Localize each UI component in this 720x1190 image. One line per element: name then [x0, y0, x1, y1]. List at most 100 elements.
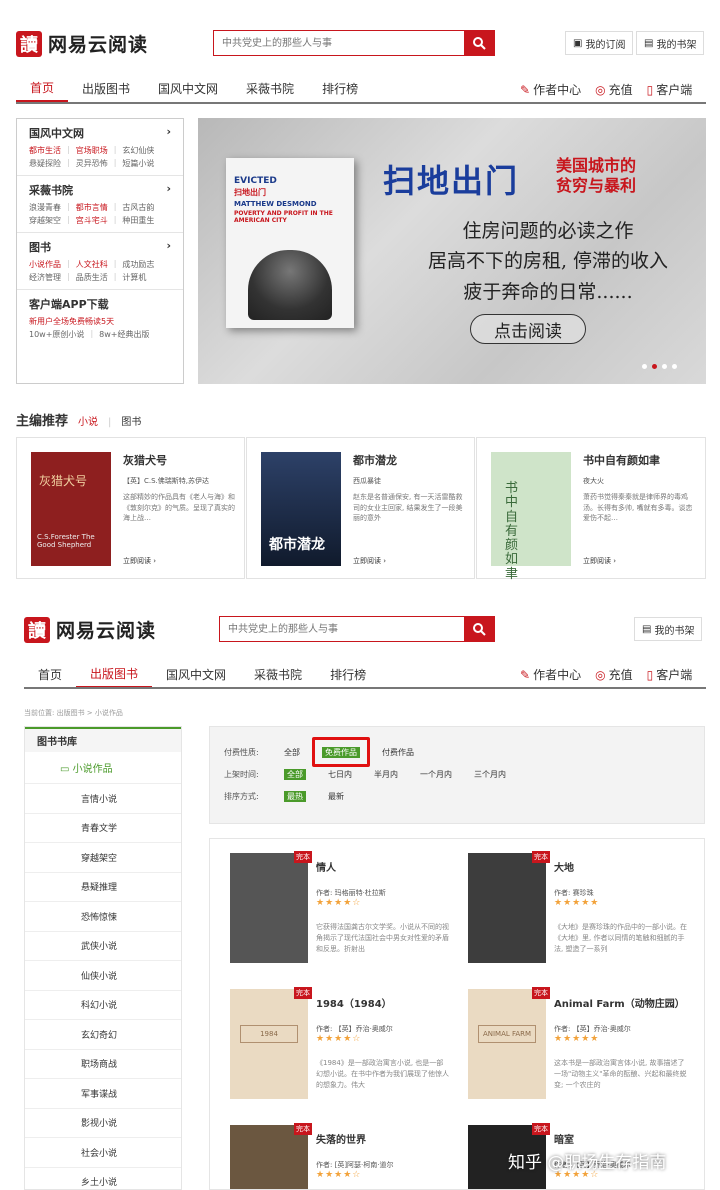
- nav-published[interactable]: 出版图书: [76, 660, 153, 688]
- genre-item[interactable]: 武侠小说: [25, 932, 181, 961]
- category-link[interactable]: 小说作品: [29, 259, 61, 270]
- genre-item[interactable]: 仙侠小说: [25, 961, 181, 991]
- book-title[interactable]: 1984（1984）: [316, 995, 450, 1010]
- category-link[interactable]: 都市言情: [76, 202, 108, 213]
- category-link[interactable]: 经济管理: [29, 272, 61, 283]
- book-cover[interactable]: 1984 完本: [230, 987, 312, 1099]
- nav-ranking[interactable]: 排行榜: [316, 660, 380, 688]
- book-cover[interactable]: 完本: [468, 851, 550, 963]
- carousel-dot[interactable]: [662, 364, 667, 369]
- category-link[interactable]: 宫斗宅斗: [76, 215, 108, 226]
- category-link[interactable]: 品质生活: [76, 272, 108, 283]
- read-now-link[interactable]: 立即阅读 ›: [583, 556, 616, 566]
- book-title[interactable]: 情人: [316, 859, 450, 874]
- site-logo[interactable]: 讀 网易云阅读: [24, 616, 156, 643]
- filter-option[interactable]: 半月内: [374, 769, 398, 780]
- genre-item[interactable]: 悬疑推理: [25, 873, 181, 902]
- nav-home[interactable]: 首页: [16, 74, 69, 102]
- filter-option-selected[interactable]: 全部: [284, 768, 306, 780]
- search-button[interactable]: [464, 617, 494, 641]
- category-title[interactable]: 客户端APP下载: [29, 296, 109, 312]
- book-title[interactable]: Animal Farm（动物庄园）: [554, 995, 688, 1010]
- book-title[interactable]: 暗室: [554, 1131, 688, 1146]
- editor-book-card[interactable]: 都市潜龙 都市潜龙 西瓜暴徒 赵东是名普通保安, 有一天活雷酷救司的女业主回家,…: [246, 437, 475, 579]
- nav-client[interactable]: ▯ 客户端: [647, 666, 693, 683]
- nav-client[interactable]: ▯ 客户端: [647, 81, 693, 98]
- category-link[interactable]: 灵异恐怖: [76, 158, 108, 169]
- nav-author-center[interactable]: ✎ 作者中心: [520, 81, 581, 98]
- genre-item[interactable]: 影视小说: [25, 1109, 181, 1138]
- carousel-dot[interactable]: [642, 364, 647, 369]
- library-subcategory[interactable]: ▭ 小说作品: [25, 752, 181, 784]
- filter-option[interactable]: 一个月内: [420, 769, 452, 780]
- book-cover[interactable]: 完本: [230, 1123, 312, 1189]
- filter-option[interactable]: 最新: [328, 791, 344, 802]
- category-link[interactable]: 玄幻仙侠: [122, 145, 154, 156]
- category-title[interactable]: 采薇书院: [29, 182, 73, 198]
- nav-recharge[interactable]: ◎ 充值: [595, 666, 633, 683]
- hero-banner[interactable]: EVICTED 扫地出门 MATTHEW DESMOND POVERTY AND…: [198, 118, 706, 384]
- nav-recharge[interactable]: ◎ 充值: [595, 81, 633, 98]
- genre-item[interactable]: 社会小说: [25, 1138, 181, 1168]
- book-item[interactable]: 完本 情人 作者: 玛格丽特·杜拉斯 ★★★★☆ 它获得法国龚古尔文学奖。小说从不同的视…: [230, 851, 450, 973]
- nav-ranking[interactable]: 排行榜: [308, 74, 372, 102]
- my-bookshelf-button[interactable]: ▤ 我的书架: [636, 31, 705, 55]
- book-item[interactable]: 完本 大地 作者: 赛珍珠 ★★★★★ 《大地》是赛珍珠的作品中的一部小说。在《大地》里…: [468, 851, 688, 973]
- banner-read-button[interactable]: 点击阅读: [470, 314, 586, 344]
- my-subscription-button[interactable]: ▣ 我的订阅: [565, 31, 634, 55]
- nav-guofeng[interactable]: 国风中文网: [152, 660, 240, 688]
- category-link[interactable]: 成功励志: [122, 259, 154, 270]
- filter-option[interactable]: 全部: [284, 747, 300, 758]
- nav-home[interactable]: 首页: [24, 660, 76, 688]
- category-link[interactable]: 人文社科: [76, 259, 108, 270]
- genre-item[interactable]: 青春文学: [25, 814, 181, 843]
- tab-novel[interactable]: 小说: [78, 413, 98, 428]
- category-title[interactable]: 国风中文网: [29, 125, 84, 141]
- nav-caiwei[interactable]: 采薇书院: [240, 660, 316, 688]
- genre-item[interactable]: 职场商战: [25, 1050, 181, 1079]
- genre-item[interactable]: 言情小说: [25, 784, 181, 814]
- book-title[interactable]: 大地: [554, 859, 688, 874]
- book-title[interactable]: 失落的世界: [316, 1131, 450, 1146]
- book-item[interactable]: 完本 失落的世界 作者: [英]阿瑟·柯南·道尔 ★★★★☆: [230, 1123, 450, 1189]
- category-title[interactable]: 图书: [29, 239, 51, 255]
- category-link[interactable]: 悬疑探险: [29, 158, 61, 169]
- nav-published[interactable]: 出版图书: [68, 74, 144, 102]
- read-now-link[interactable]: 立即阅读 ›: [353, 556, 386, 566]
- filter-option[interactable]: 三个月内: [474, 769, 506, 780]
- nav-guofeng[interactable]: 国风中文网: [144, 74, 232, 102]
- editor-book-card[interactable]: 书中自有颜如聿 书中自有颜如聿 夜大火 萧药书觉得秦秦就是律师界的毒鸡汤。长得有…: [476, 437, 706, 581]
- book-item[interactable]: ANIMAL FARM 完本 Animal Farm（动物庄园） 作者: 【英】乔治·…: [468, 987, 688, 1109]
- filter-option-selected[interactable]: 最热: [284, 790, 306, 802]
- search-input[interactable]: [220, 617, 464, 641]
- filter-option-selected[interactable]: 免费作品: [312, 736, 370, 767]
- genre-item[interactable]: 科幻小说: [25, 991, 181, 1020]
- category-link[interactable]: 官场职场: [76, 145, 108, 156]
- filter-option[interactable]: 七日内: [328, 769, 352, 780]
- filter-option[interactable]: 付费作品: [382, 747, 414, 758]
- tab-books[interactable]: 图书: [121, 413, 141, 428]
- category-app-download[interactable]: 客户端APP下载 新用户全场免费畅读5天 10w+原创小说 | 8w+经典出版: [17, 290, 183, 346]
- carousel-dot-active[interactable]: [652, 364, 657, 369]
- genre-item[interactable]: 军事谍战: [25, 1079, 181, 1109]
- read-now-link[interactable]: 立即阅读 ›: [123, 556, 156, 566]
- carousel-dot[interactable]: [672, 364, 677, 369]
- book-cover[interactable]: 完本: [230, 851, 312, 963]
- site-logo[interactable]: 讀 网易云阅读: [16, 30, 148, 57]
- search-button[interactable]: [464, 31, 494, 55]
- category-link[interactable]: 穿越架空: [29, 215, 61, 226]
- my-bookshelf-button[interactable]: ▤ 我的书架: [634, 617, 703, 641]
- category-link[interactable]: 种田重生: [122, 215, 154, 226]
- category-link[interactable]: 古风古韵: [122, 202, 154, 213]
- genre-item[interactable]: 乡土小说: [25, 1168, 181, 1190]
- category-link[interactable]: 短篇小说: [122, 158, 154, 169]
- search-input[interactable]: [214, 31, 464, 55]
- nav-author-center[interactable]: ✎ 作者中心: [520, 666, 581, 683]
- genre-item[interactable]: 恐怖惊悚: [25, 902, 181, 932]
- category-link[interactable]: 都市生活: [29, 145, 61, 156]
- editor-book-card[interactable]: 灰猎犬号 C.S.Forester The Good Shepherd 灰猎犬号…: [16, 437, 245, 579]
- category-link[interactable]: 计算机: [122, 272, 146, 283]
- book-item[interactable]: 1984 完本 1984（1984） 作者: 【英】乔治·奥威尔 ★★★★☆ 《1984》…: [230, 987, 450, 1109]
- genre-item[interactable]: 穿越架空: [25, 843, 181, 873]
- book-cover[interactable]: ANIMAL FARM 完本: [468, 987, 550, 1099]
